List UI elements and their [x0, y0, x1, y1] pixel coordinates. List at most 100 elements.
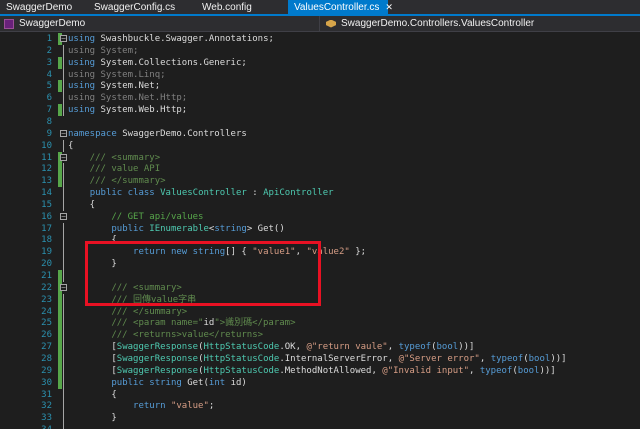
code-line[interactable]: 3 using System.Collections.Generic; — [0, 56, 640, 69]
code-token: /// </summary> — [68, 306, 188, 317]
code-text: } — [68, 412, 116, 424]
change-marker — [58, 104, 62, 117]
project-dropdown[interactable]: SwaggerDemo — [0, 16, 320, 31]
code-line[interactable]: 26 /// <returns>value</returns> — [0, 329, 640, 342]
code-token: ValuesController — [160, 188, 247, 199]
class-icon — [326, 19, 336, 28]
code-line[interactable]: 29 [SwaggerResponse(HttpStatusCode.Metho… — [0, 364, 640, 377]
outline-guide — [63, 305, 64, 318]
code-token: HttpStatusCode — [203, 365, 280, 376]
code-line[interactable]: 14 public class ValuesController : ApiCo… — [0, 187, 640, 200]
code-token: "value" — [170, 401, 209, 412]
tab-swaggerdemo[interactable]: SwaggerDemo — [0, 0, 88, 14]
collapse-icon[interactable]: − — [60, 212, 67, 220]
outline-guide — [63, 364, 64, 377]
code-token: @"Invalid input" — [382, 365, 469, 376]
code-line[interactable]: 30 public string Get(int id) — [0, 376, 640, 389]
code-line[interactable]: 33 } — [0, 412, 640, 425]
code-line[interactable]: 17 public IEnumerable<string> Get() — [0, 222, 640, 235]
code-line[interactable]: 16− // GET api/values — [0, 211, 640, 223]
outline-guide — [63, 104, 64, 117]
code-token: using — [68, 57, 101, 68]
change-marker — [58, 56, 62, 69]
navigation-bar: SwaggerDemo SwaggerDemo.Controllers.Valu… — [0, 16, 640, 32]
code-line[interactable]: 4 using System.Linq; — [0, 68, 640, 81]
line-number: 19 — [41, 247, 52, 258]
code-token: using System.Linq; — [68, 69, 166, 80]
code-text: [SwaggerResponse(HttpStatusCode.Internal… — [68, 353, 566, 365]
outline-guide — [63, 68, 64, 81]
code-line[interactable]: 1− using Swashbuckle.Swagger.Annotations; — [0, 33, 640, 45]
code-line[interactable]: 12 /// value API — [0, 163, 640, 176]
code-token: .OK, — [279, 342, 307, 353]
code-text: /// <param name="id">識別碼</param> — [68, 317, 295, 329]
code-line[interactable]: 9− namespace SwaggerDemo.Controllers — [0, 128, 640, 140]
code-token: ; — [208, 401, 215, 412]
code-text: { — [68, 140, 73, 152]
code-token: Get( — [187, 377, 209, 388]
line-number: 12 — [41, 164, 52, 175]
class-dropdown[interactable]: SwaggerDemo.Controllers.ValuesController — [320, 16, 640, 31]
outline-guide — [63, 270, 64, 282]
change-marker — [58, 80, 62, 93]
code-line[interactable]: 8 — [0, 116, 640, 128]
change-marker — [58, 305, 62, 318]
code-token: System.Net; — [100, 81, 161, 92]
line-number: 13 — [41, 176, 52, 187]
collapse-icon[interactable]: − — [60, 129, 67, 137]
code-editor[interactable]: 1− using Swashbuckle.Swagger.Annotations;… — [0, 32, 640, 429]
outline-guide — [63, 293, 64, 306]
collapse-icon[interactable]: − — [60, 153, 67, 161]
line-number: 17 — [41, 223, 52, 234]
code-token: [ — [68, 342, 117, 353]
code-token: using System; — [68, 45, 139, 56]
code-line[interactable]: 7 using System.Web.Http; — [0, 104, 640, 117]
change-marker — [58, 376, 62, 389]
code-line[interactable]: 10 { — [0, 139, 640, 152]
line-number: 29 — [41, 365, 52, 376]
code-line[interactable]: 6 using System.Net.Http; — [0, 92, 640, 105]
code-token: bool — [528, 353, 551, 364]
code-line[interactable]: 31 { — [0, 388, 640, 401]
code-line[interactable]: 32 return "value"; — [0, 400, 640, 413]
code-line[interactable]: 28 [SwaggerResponse(HttpStatusCode.Inter… — [0, 352, 640, 365]
code-token: @"return vaule" — [306, 342, 388, 353]
tab-swaggerconfig[interactable]: SwaggerConfig.cs — [88, 0, 196, 14]
code-line[interactable]: 34 — [0, 424, 640, 429]
outline-guide — [63, 317, 64, 330]
line-number: 11 — [41, 152, 52, 163]
code-line[interactable]: 27 [SwaggerResponse(HttpStatusCode.OK, @… — [0, 341, 640, 354]
class-name: SwaggerDemo.Controllers.ValuesController — [341, 18, 535, 29]
code-text: return "value"; — [68, 400, 214, 412]
code-token: SwaggerResponse — [116, 353, 199, 364]
line-number: 23 — [41, 294, 52, 305]
code-token: namespace — [68, 128, 123, 139]
close-icon[interactable]: ✕ — [385, 2, 393, 13]
code-token: : — [246, 188, 264, 199]
line-number: 26 — [41, 330, 52, 341]
tab-label: Web.config — [202, 1, 252, 13]
code-token: > Get() — [246, 223, 285, 234]
code-token: typeof — [398, 342, 432, 353]
code-line[interactable]: 15 { — [0, 198, 640, 211]
code-token: .MethodNotAllowed, — [279, 365, 383, 376]
collapse-icon[interactable]: − — [60, 35, 67, 43]
code-token: public — [111, 223, 150, 234]
tab-valuescontroller[interactable]: ValuesController.cs ✕ — [288, 0, 393, 14]
code-line[interactable]: 5 using System.Net; — [0, 80, 640, 93]
collapse-icon[interactable]: − — [60, 283, 67, 291]
code-line[interactable]: 2 using System; — [0, 44, 640, 57]
code-line[interactable]: 11− /// <summary> — [0, 151, 640, 164]
code-token: [ — [68, 365, 117, 376]
code-line[interactable]: 25 /// <param name="id">識別碼</param> — [0, 317, 640, 330]
code-line[interactable]: 24 /// </summary> — [0, 305, 640, 318]
line-number: 2 — [46, 45, 52, 56]
code-text: using System.Linq; — [68, 69, 166, 81]
change-marker — [58, 341, 62, 354]
code-line[interactable]: 13 /// </summary> — [0, 175, 640, 188]
tab-webconfig[interactable]: Web.config — [196, 0, 288, 14]
line-number: 25 — [41, 318, 52, 329]
